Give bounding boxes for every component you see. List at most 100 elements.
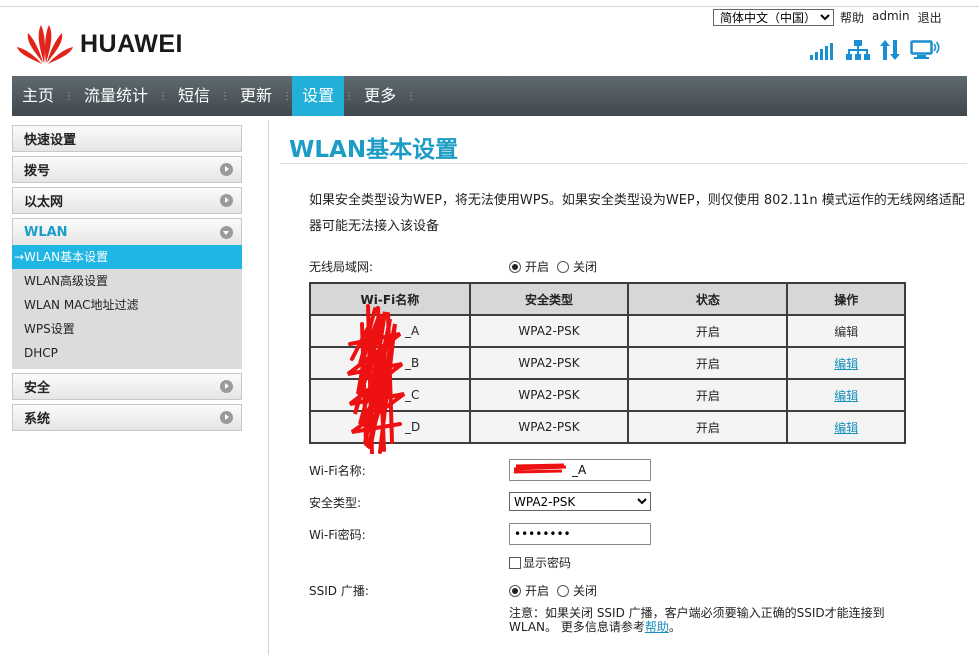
cell-security: WPA2-PSK (468, 314, 630, 348)
huawei-flower-icon (17, 25, 73, 64)
chevron-down-icon (220, 225, 233, 239)
cell-status: 开启 (627, 378, 789, 412)
edit-link[interactable]: 编辑 (834, 421, 858, 435)
sidebar-subitem-wlan-advanced[interactable]: WLAN高级设置 (12, 269, 242, 293)
show-password-checkbox[interactable] (509, 556, 521, 569)
nav-separator: ⋮ (220, 90, 231, 102)
radio-on-label: 开启 (525, 584, 550, 598)
sidebar-item-label: 以太网 (24, 195, 64, 210)
note-help-link[interactable]: 帮助 (645, 620, 669, 634)
wlan-label: 无线局域网: (309, 260, 374, 274)
sidebar-wlan-submenu: →WLAN基本设置 WLAN高级设置 WLAN MAC地址过滤 WPS设置 DH… (12, 245, 242, 369)
computer-icon (910, 40, 940, 59)
settings-sidebar: 快速设置 拨号 以太网 WLAN →WLAN基本设置 WLAN高级设置 WLAN… (12, 125, 242, 435)
ssid-label: Wi-Fi名称: (309, 464, 366, 478)
sidebar-item-ethernet[interactable]: 以太网 (12, 187, 242, 214)
cell-status: 开启 (627, 314, 789, 348)
sidebar-subitem-dhcp[interactable]: DHCP (12, 341, 242, 365)
nav-home[interactable]: 主页 (12, 76, 64, 116)
chevron-right-icon (220, 411, 233, 424)
wep-notice: 如果安全类型设为WEP，将无法使用WPS。如果安全类型设为WEP，则仅使用 80… (309, 193, 965, 234)
ssid-input[interactable] (509, 459, 651, 481)
password-label: Wi-Fi密码: (309, 528, 366, 542)
sidebar-item-label: 安全 (24, 381, 51, 396)
ssid-broadcast-label: SSID 广播: (309, 584, 369, 598)
nav-separator: ⋮ (282, 90, 293, 102)
nav-update[interactable]: 更新 (230, 76, 282, 116)
sidebar-subitem-wlan-basic[interactable]: →WLAN基本设置 (12, 245, 242, 269)
table-row: _A WPA2-PSK 开启 编辑 (309, 314, 906, 348)
sidebar-item-security[interactable]: 安全 (12, 373, 242, 400)
radio-on-label: 开启 (525, 260, 550, 274)
password-input[interactable] (509, 523, 651, 545)
cell-status: 开启 (627, 346, 789, 380)
cell-action: 编辑 (786, 314, 906, 348)
column-header-action: 操作 (786, 282, 906, 316)
column-header-status: 状态 (627, 282, 789, 316)
broadcast-note: 注意：如果关闭 SSID 广播，客户端必须要输入正确的SSID才能连接到 WLA… (509, 606, 909, 634)
sidebar-item-label: 快速设置 (24, 133, 77, 148)
sidebar-item-label: 拨号 (24, 164, 51, 179)
status-icons (810, 40, 940, 60)
logout-link[interactable]: 退出 (918, 9, 942, 26)
cell-ssid: _B (309, 346, 471, 380)
radio-off-label: 关闭 (573, 584, 598, 598)
show-password-label: 显示密码 (523, 556, 572, 570)
ssid-broadcast-toggle: 开启 关闭 (509, 582, 601, 599)
note-end: 。 (668, 620, 681, 634)
sidebar-item-system[interactable]: 系统 (12, 404, 242, 431)
cell-action: 编辑 (786, 378, 906, 412)
show-password-row: 显示密码 (509, 554, 571, 571)
cell-security: WPA2-PSK (468, 346, 630, 380)
sidebar-subitem-wps[interactable]: WPS设置 (12, 317, 242, 341)
main-nav: 主页 ⋮ 流量统计 ⋮ 短信 ⋮ 更新 ⋮ 设置 ⋮ 更多 ⋮ (12, 76, 967, 116)
sidebar-subitem-wlan-mac-filter[interactable]: WLAN MAC地址过滤 (12, 293, 242, 317)
sidebar-item-wlan[interactable]: WLAN (12, 218, 242, 245)
nav-more[interactable]: 更多 (354, 76, 406, 116)
edit-button[interactable]: 编辑 (834, 325, 858, 339)
nav-settings[interactable]: 设置 (292, 76, 345, 116)
edit-link[interactable]: 编辑 (834, 357, 858, 371)
chevron-right-icon (220, 194, 233, 207)
broadcast-off-radio[interactable] (557, 584, 570, 597)
sidebar-item-quick-setup[interactable]: 快速设置 (12, 125, 242, 152)
nav-separator: ⋮ (158, 90, 169, 102)
radio-off-label: 关闭 (573, 260, 598, 274)
sidebar-item-dialup[interactable]: 拨号 (12, 156, 242, 183)
nav-traffic-stats[interactable]: 流量统计 (74, 76, 158, 116)
top-border (0, 6, 979, 7)
nav-separator: ⋮ (344, 90, 355, 102)
top-links: 帮助 admin 退出 (840, 9, 942, 26)
table-header-row: Wi-Fi名称 安全类型 状态 操作 (309, 282, 906, 316)
broadcast-on-radio[interactable] (509, 584, 521, 597)
data-transfer-icon (880, 40, 900, 60)
cell-ssid: _D (309, 410, 471, 444)
security-type-label: 安全类型: (309, 496, 362, 510)
content-divider (268, 120, 269, 655)
nav-sms[interactable]: 短信 (168, 76, 220, 116)
cell-security: WPA2-PSK (468, 410, 630, 444)
help-link[interactable]: 帮助 (840, 9, 864, 26)
sidebar-item-label: WLAN (24, 224, 68, 240)
brand-name: HUAWEI (80, 29, 183, 58)
cell-ssid: _C (309, 378, 471, 412)
nav-separator: ⋮ (406, 90, 417, 102)
cell-security: WPA2-PSK (468, 378, 630, 412)
language-select[interactable]: 简体中文（中国） (713, 9, 834, 26)
column-header-ssid: Wi-Fi名称 (309, 282, 471, 316)
cell-action: 编辑 (786, 410, 906, 444)
network-icon (846, 40, 870, 60)
wlan-on-radio[interactable] (509, 260, 521, 273)
table-row: _D WPA2-PSK 开启 编辑 (309, 410, 906, 444)
column-header-security: 安全类型 (468, 282, 630, 316)
user-name: admin (872, 9, 910, 23)
edit-link[interactable]: 编辑 (834, 389, 858, 403)
security-type-select[interactable]: WPA2-PSK (509, 492, 651, 511)
chevron-right-icon (220, 163, 233, 176)
sidebar-item-label: 系统 (24, 412, 51, 427)
title-divider (280, 163, 967, 164)
wifi-table: Wi-Fi名称 安全类型 状态 操作 _A WPA2-PSK 开启 编辑 _B … (309, 282, 906, 444)
wlan-off-radio[interactable] (557, 260, 570, 273)
huawei-logo: HUAWEI (16, 18, 196, 66)
table-row: _C WPA2-PSK 开启 编辑 (309, 378, 906, 412)
